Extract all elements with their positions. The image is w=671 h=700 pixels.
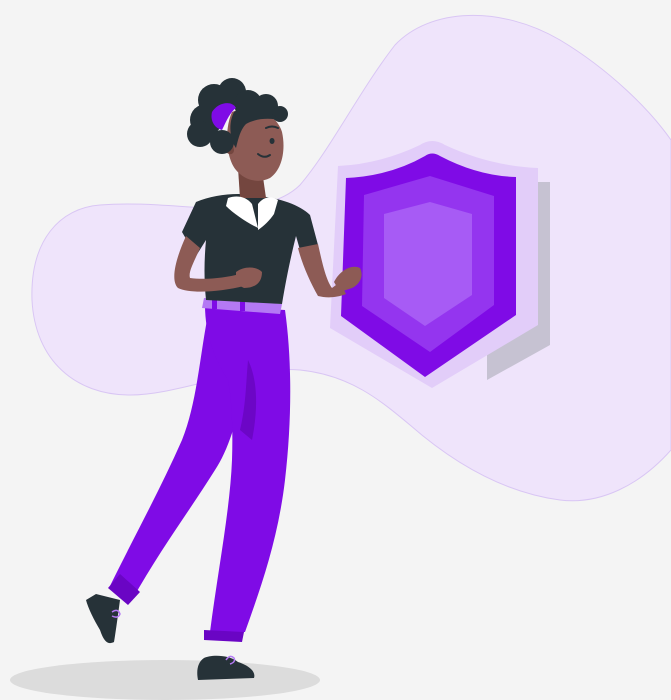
eye [269, 138, 275, 144]
ground-shadow [10, 660, 320, 700]
back-shoe [86, 594, 120, 644]
illustration-canvas [0, 0, 671, 700]
security-illustration [10, 15, 671, 700]
front-leg-cuff [204, 630, 244, 642]
front-leg [205, 305, 291, 632]
